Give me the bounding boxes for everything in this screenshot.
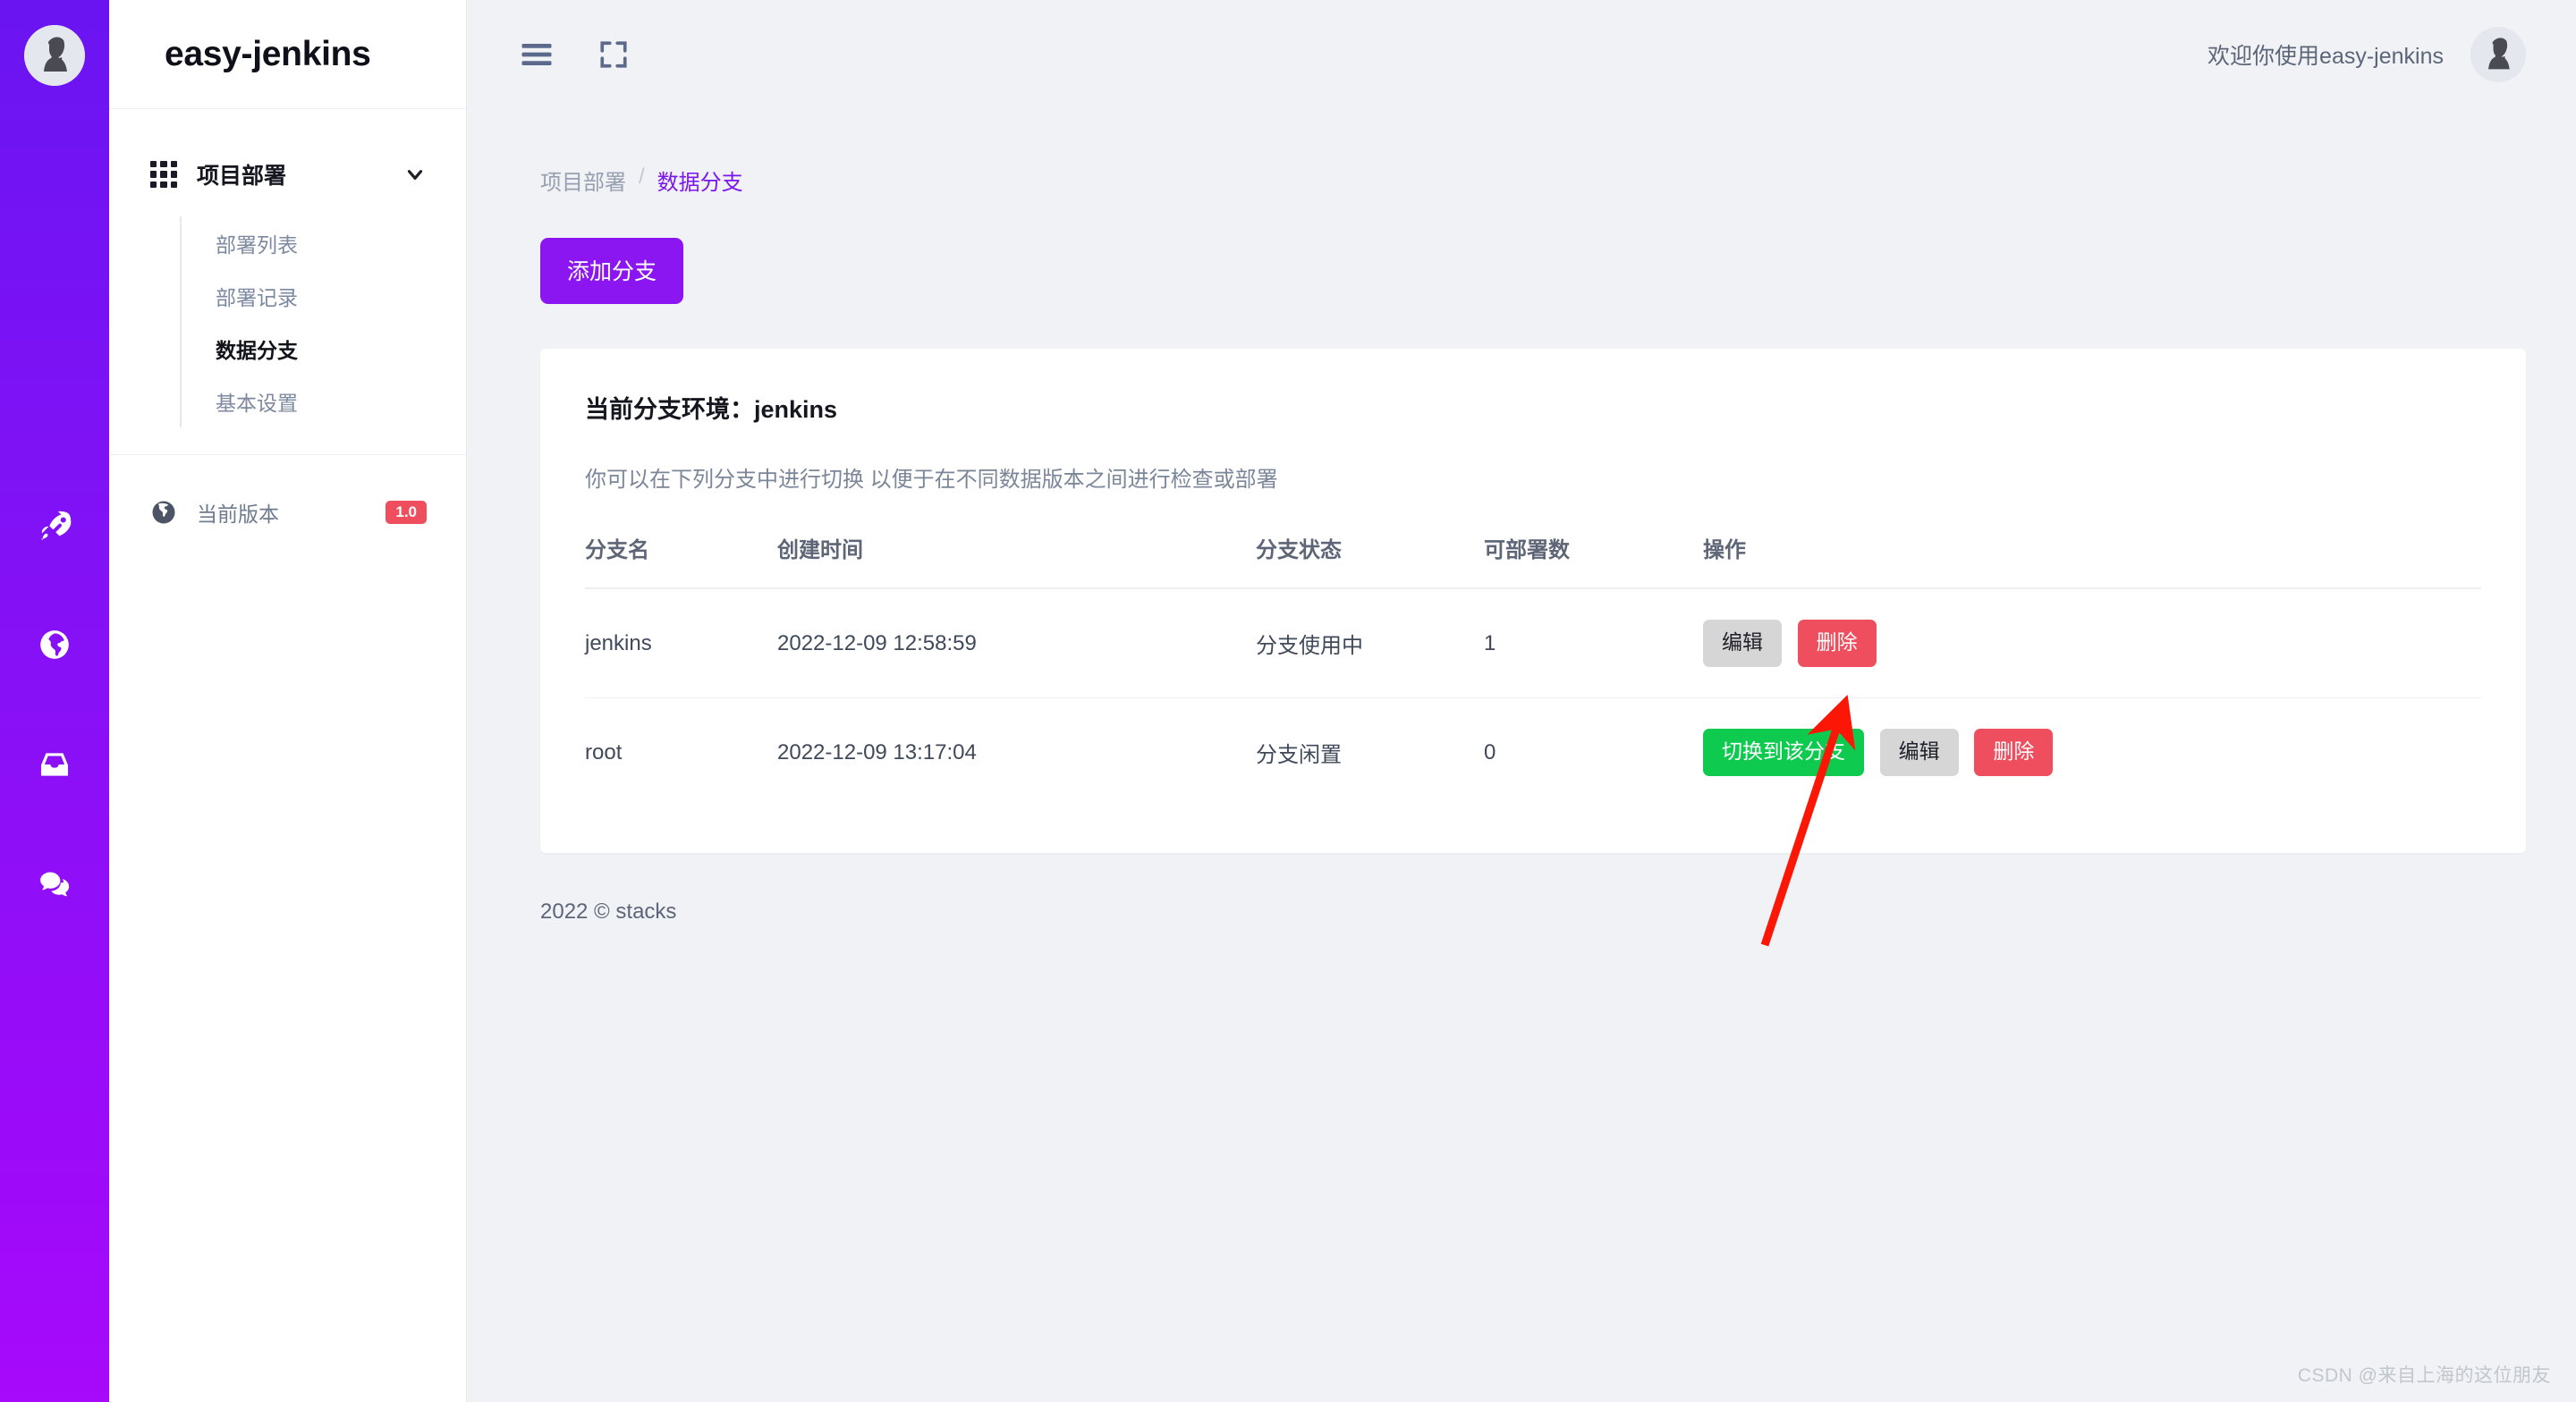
rail-icon-list	[36, 506, 73, 903]
switch-branch-button[interactable]: 切换到该分支	[1703, 729, 1864, 776]
breadcrumb-parent[interactable]: 项目部署	[540, 165, 626, 196]
globe-icon	[150, 499, 177, 526]
table-row: root 2022-12-09 13:17:04 分支闲置 0 切换到该分支 编…	[585, 698, 2481, 807]
sidebar-group-label: 项目部署	[197, 164, 287, 189]
sidebar-item-basic-settings[interactable]: 基本设置	[182, 375, 466, 427]
hamburger-icon[interactable]	[512, 30, 562, 80]
card-description: 你可以在下列分支中进行切换 以便于在不同数据版本之间进行检查或部署	[585, 468, 1278, 492]
th-created-time: 创建时间	[777, 532, 1256, 589]
edit-button[interactable]: 编辑	[1879, 729, 1959, 776]
breadcrumb-separator: /	[639, 165, 645, 189]
edit-button[interactable]: 编辑	[1703, 620, 1782, 667]
footer-text: 2022 © stacks	[540, 899, 677, 924]
sidebar-menu: 项目部署 部署列表 部署记录 数据分支 基本设置 当前版本 1.0	[109, 109, 466, 545]
table-row: jenkins 2022-12-09 12:58:59 分支使用中 1 编辑 删…	[585, 588, 2481, 698]
brand-title: easy-jenkins	[109, 0, 466, 109]
rail-avatar	[24, 25, 85, 86]
cell-operations: 编辑 删除	[1703, 588, 2481, 698]
cell-deployable-count: 0	[1484, 739, 1496, 764]
branches-table: 分支名 创建时间 分支状态 可部署数 操作 jenkins 2022-12-09…	[585, 532, 2481, 807]
cell-branch-name: root	[585, 739, 623, 764]
chat-icon[interactable]	[36, 866, 73, 903]
welcome-text: 欢迎你使用easy-jenkins	[2207, 44, 2444, 69]
cell-created-time: 2022-12-09 12:58:59	[777, 588, 1256, 698]
add-branch-button[interactable]: 添加分支	[540, 238, 684, 304]
table-body: jenkins 2022-12-09 12:58:59 分支使用中 1 编辑 删…	[585, 588, 2481, 807]
sidebar: easy-jenkins 项目部署 部署列表 部署记录 数据分支 基本设置 当前…	[109, 0, 467, 1402]
watermark: CSDN @来自上海的这位朋友	[2297, 1365, 2551, 1386]
table-head: 分支名 创建时间 分支状态 可部署数 操作	[585, 532, 2481, 589]
cell-operations: 切换到该分支 编辑 删除	[1703, 698, 2481, 807]
topbar: 欢迎你使用easy-jenkins	[467, 0, 2576, 109]
sidebar-item-current-version[interactable]: 当前版本 1.0	[109, 480, 466, 545]
th-operations: 操作	[1703, 532, 2481, 589]
cell-branch-name: jenkins	[585, 588, 777, 698]
sidebar-divider	[109, 454, 466, 455]
chevron-down-icon[interactable]	[403, 163, 427, 186]
globe-icon[interactable]	[36, 626, 73, 663]
delete-button[interactable]: 删除	[1797, 620, 1877, 667]
grid-icon	[150, 161, 177, 188]
branch-card: 当前分支环境：jenkins 你可以在下列分支中进行切换 以便于在不同数据版本之…	[540, 349, 2526, 853]
cell-deployable-count: 1	[1484, 588, 1703, 698]
cell-created-time: 2022-12-09 13:17:04	[777, 739, 977, 764]
breadcrumb: 项目部署 / 数据分支	[512, 109, 2526, 196]
sidebar-item-deploy-records[interactable]: 部署记录	[182, 269, 466, 322]
sidebar-item-deploy-list[interactable]: 部署列表	[182, 216, 466, 269]
breadcrumb-current[interactable]: 数据分支	[657, 165, 743, 196]
delete-button[interactable]: 删除	[1974, 729, 2054, 776]
sidebar-group-project-deploy[interactable]: 项目部署	[109, 148, 466, 200]
avatar[interactable]	[2470, 27, 2526, 82]
inbox-icon[interactable]	[36, 746, 73, 783]
main-panel: 项目部署 / 数据分支 添加分支 当前分支环境：jenkins 你可以在下列分支…	[467, 109, 2576, 1402]
sidebar-version-label: 当前版本	[197, 503, 279, 526]
table-header-row: 分支名 创建时间 分支状态 可部署数 操作	[585, 532, 2481, 589]
rocket-icon[interactable]	[36, 506, 73, 544]
sidebar-submenu: 部署列表 部署记录 数据分支 基本设置	[180, 216, 466, 427]
icon-rail	[0, 0, 109, 1402]
content-area: 欢迎你使用easy-jenkins 项目部署 / 数据分支 添加分支 当前分支环…	[467, 0, 2576, 1402]
th-deployable-count: 可部署数	[1484, 532, 1703, 589]
card-title: 当前分支环境：jenkins	[585, 396, 838, 423]
th-branch-name: 分支名	[585, 532, 777, 589]
fullscreen-icon[interactable]	[589, 30, 639, 80]
app-root: easy-jenkins 项目部署 部署列表 部署记录 数据分支 基本设置 当前…	[0, 0, 2576, 1402]
cell-branch-status: 分支闲置	[1256, 743, 1342, 767]
version-badge: 1.0	[386, 501, 427, 524]
cell-branch-status: 分支使用中	[1256, 588, 1484, 698]
sidebar-item-data-branch[interactable]: 数据分支	[182, 322, 466, 375]
th-branch-status: 分支状态	[1256, 532, 1484, 589]
